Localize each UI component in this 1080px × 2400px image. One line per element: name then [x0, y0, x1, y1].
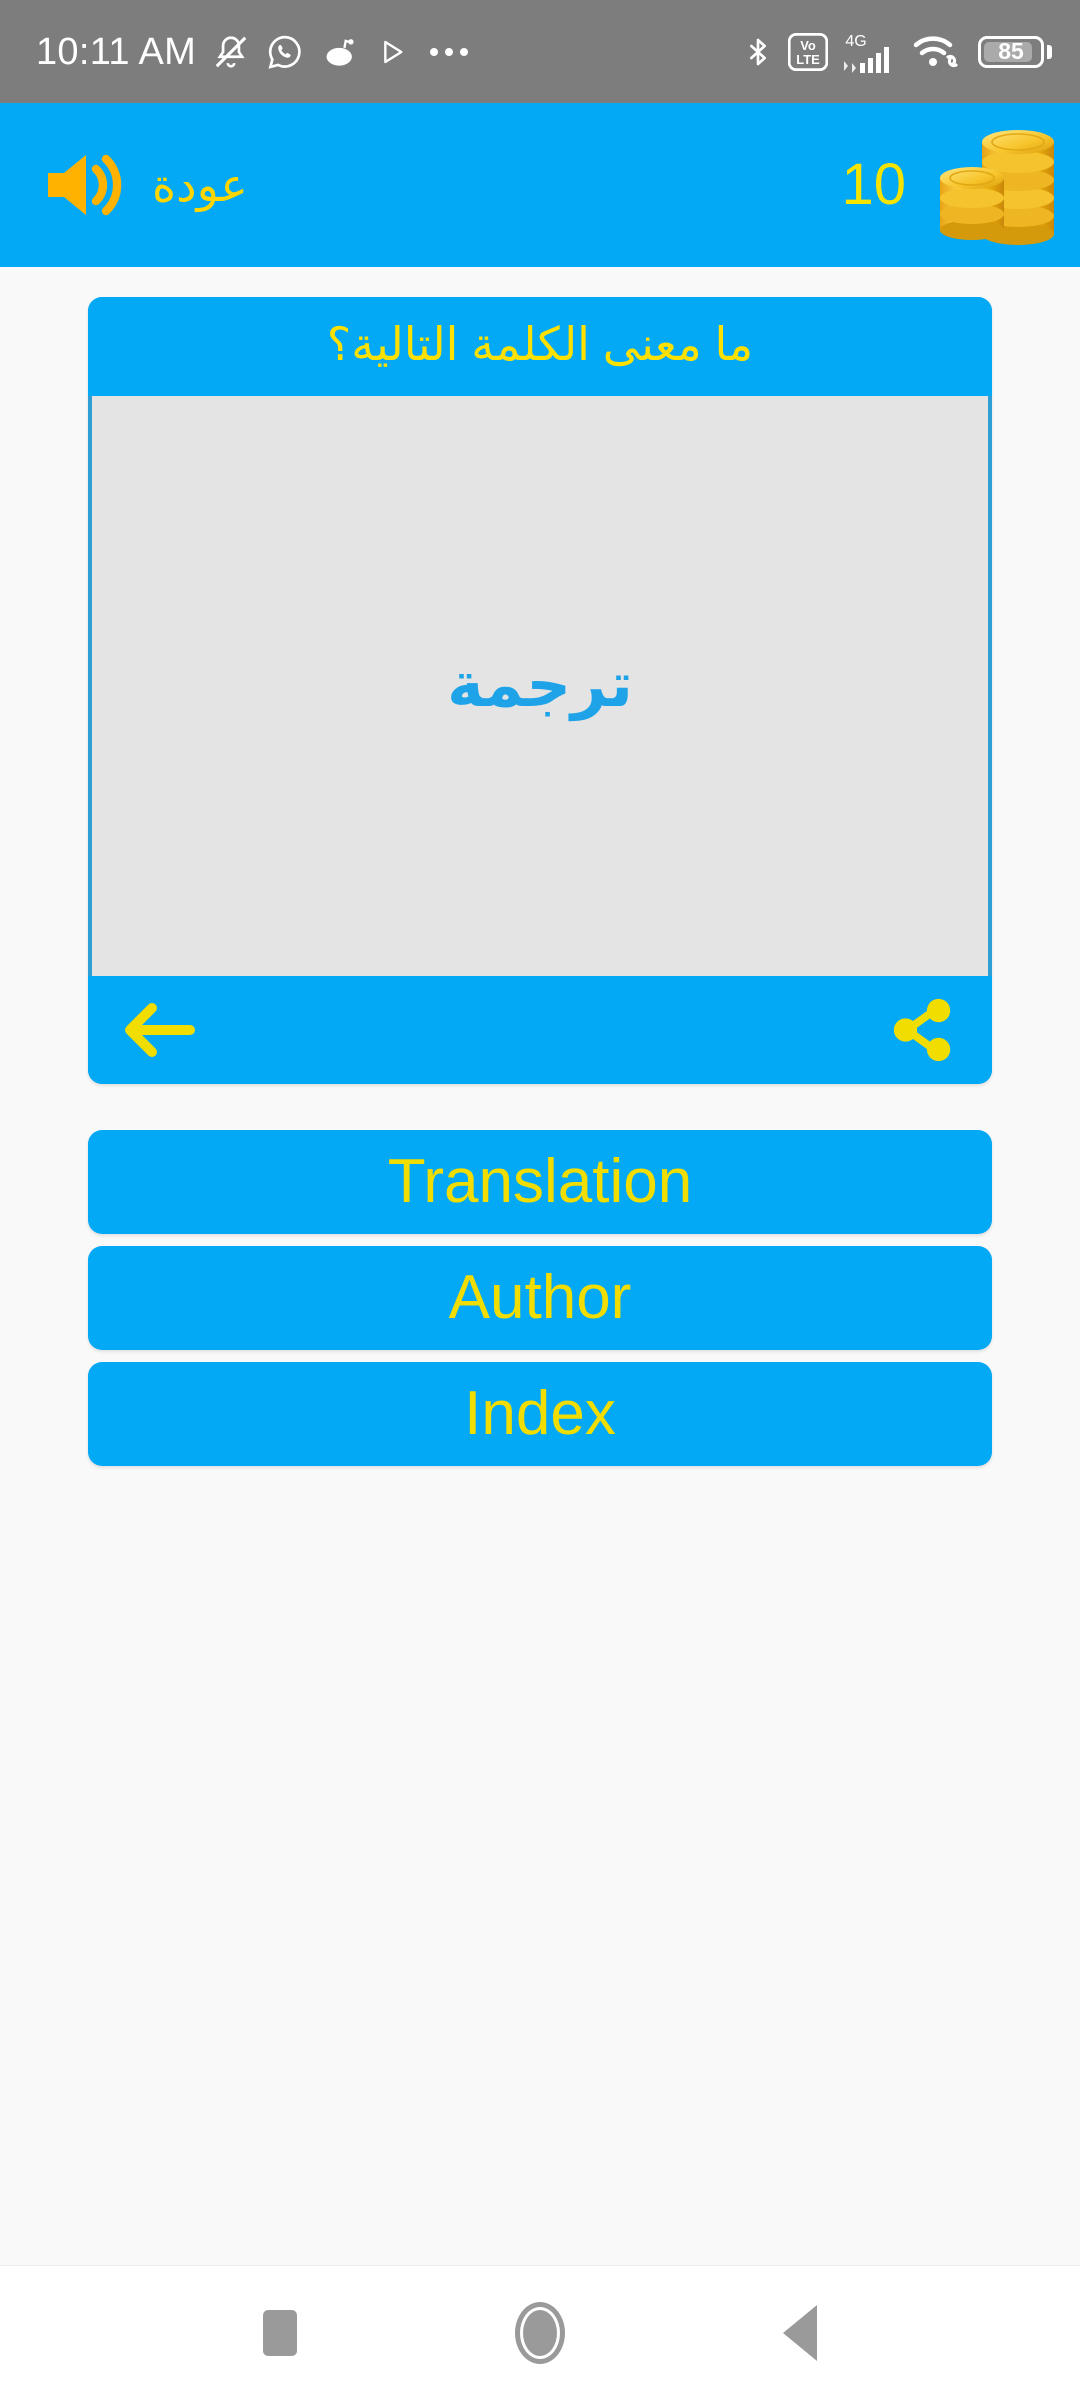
android-nav-bar — [0, 2265, 1080, 2400]
volume-speaker-icon[interactable] — [34, 133, 138, 237]
question-word: ترجمة — [447, 651, 633, 721]
question-card-footer — [88, 976, 992, 1085]
battery-icon: 85 — [978, 35, 1052, 68]
answer-button-index[interactable]: Index — [88, 1362, 992, 1467]
svg-text:LTE: LTE — [796, 51, 820, 66]
share-icon[interactable] — [888, 995, 958, 1065]
overflow-dots-icon — [430, 47, 469, 56]
question-card-header: ما معنى الكلمة التالية؟ — [88, 297, 992, 397]
status-bar-clock: 10:11 AM — [36, 30, 197, 73]
answer-button-author[interactable]: Author — [88, 1246, 992, 1351]
arrow-left-icon[interactable] — [122, 998, 198, 1062]
answer-options-list: Translation Author Index — [88, 1130, 992, 1467]
question-card: ما معنى الكلمة التالية؟ ترجمة — [88, 297, 992, 1085]
back-triangle-icon[interactable] — [745, 2278, 855, 2388]
wifi-link-icon — [912, 31, 964, 73]
svg-text:4G: 4G — [845, 33, 866, 50]
back-label[interactable]: عودة — [152, 158, 248, 212]
app-bar-right: 10 — [841, 120, 1062, 250]
recents-square-icon[interactable] — [225, 2278, 335, 2388]
signal-4g-icon: 4G — [842, 30, 898, 74]
status-bar: 10:11 AM Vo LTE 4G 85 — [0, 0, 1080, 103]
main-content: ما معنى الكلمة التالية؟ ترجمة Translatio… — [0, 267, 1080, 2265]
app-bar: عودة 10 — [0, 103, 1080, 267]
status-bar-left: 10:11 AM — [36, 30, 469, 73]
coin-count-label: 10 — [841, 152, 906, 217]
bell-muted-icon — [212, 33, 250, 71]
play-send-icon — [376, 36, 408, 68]
question-prompt: ما معنى الكلمة التالية؟ — [326, 318, 754, 370]
gold-coins-stack-icon — [922, 120, 1062, 250]
app-screen: 10:11 AM Vo LTE 4G 85 عودة 10 ما معنى ال… — [0, 0, 1080, 2400]
reddit-icon — [320, 33, 360, 71]
status-bar-right: Vo LTE 4G 85 — [742, 30, 1052, 74]
volte-icon: Vo LTE — [788, 32, 828, 72]
answer-button-translation[interactable]: Translation — [88, 1130, 992, 1235]
question-card-body: ترجمة — [88, 396, 992, 977]
battery-percent-label: 85 — [998, 38, 1024, 64]
whatsapp-icon — [266, 33, 304, 71]
home-circle-icon[interactable] — [485, 2278, 595, 2388]
bluetooth-icon — [742, 33, 774, 71]
